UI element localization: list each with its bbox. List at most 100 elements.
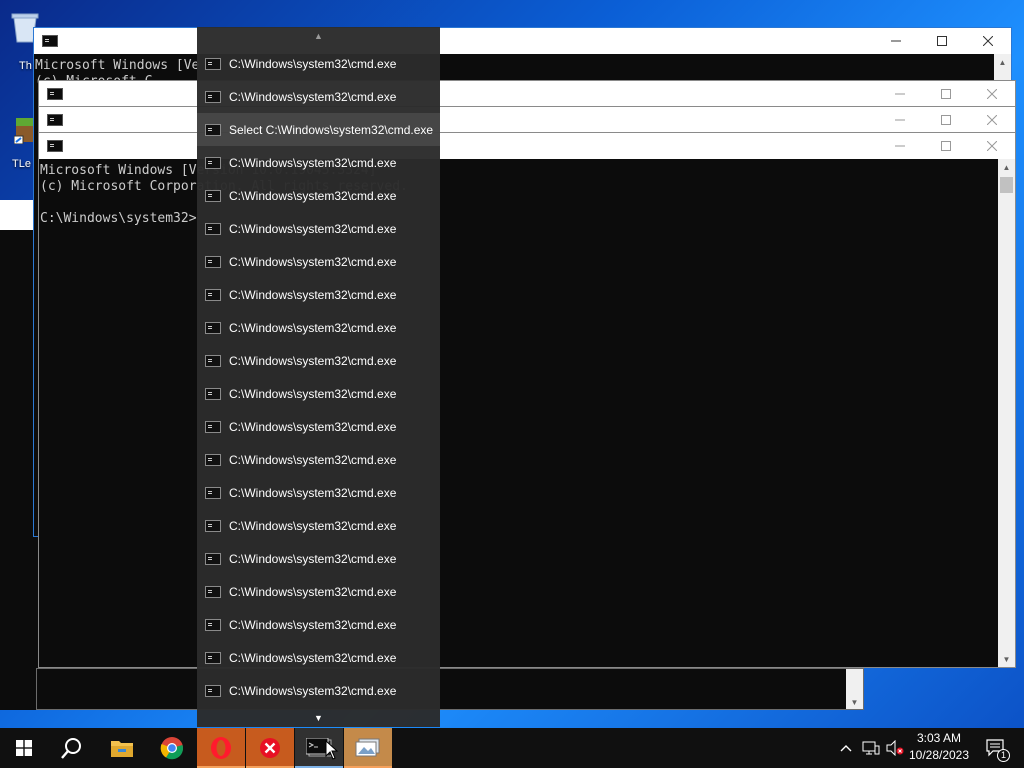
chrome-button[interactable] bbox=[148, 728, 196, 768]
window-list-item-label: C:\Windows\system32\cmd.exe bbox=[229, 452, 397, 467]
window-list-item[interactable]: C:\Windows\system32\cmd.exe bbox=[197, 410, 440, 443]
folder-icon bbox=[111, 741, 133, 757]
scroll-down-arrow-icon[interactable]: ▼ bbox=[998, 651, 1015, 667]
cmd-window-front-titlebar[interactable] bbox=[39, 133, 1015, 159]
taskbar-clock[interactable]: 3:03 AM 10/28/2023 bbox=[904, 730, 974, 764]
cmd-window-front[interactable]: Microsoft Windows [Version 10.0.19045.33… bbox=[38, 132, 1016, 668]
window-list-item[interactable]: C:\Windows\system32\cmd.exe bbox=[197, 245, 440, 278]
cmd-icon bbox=[205, 90, 221, 103]
window-list-item[interactable]: C:\Windows\system32\cmd.exe bbox=[197, 608, 440, 641]
chevron-up-icon bbox=[840, 745, 852, 752]
window-list-item[interactable]: C:\Windows\system32\cmd.exe bbox=[197, 377, 440, 410]
cmd-icon bbox=[205, 552, 221, 565]
cmd-icon bbox=[205, 585, 221, 598]
window-list-item[interactable]: C:\Windows\system32\cmd.exe bbox=[197, 278, 440, 311]
cmd-app-icon bbox=[42, 35, 58, 47]
vertical-scrollbar[interactable]: ▲ ▼ bbox=[998, 159, 1015, 667]
list-scroll-up-icon[interactable]: ▲ bbox=[197, 27, 440, 45]
cmd-icon bbox=[205, 684, 221, 697]
minimize-button[interactable] bbox=[877, 133, 923, 159]
minimize-icon bbox=[895, 93, 905, 95]
maximize-button[interactable] bbox=[923, 81, 969, 107]
minimize-button[interactable] bbox=[873, 28, 919, 54]
opera-button[interactable] bbox=[197, 728, 245, 768]
minimize-icon bbox=[891, 40, 901, 42]
window-list-item-label: C:\Windows\system32\cmd.exe bbox=[229, 584, 397, 599]
cmd-window-middle-1-titlebar[interactable] bbox=[39, 81, 1015, 107]
cmd-icon bbox=[205, 354, 221, 367]
image-app-button[interactable] bbox=[344, 728, 392, 768]
cmd-icon bbox=[205, 486, 221, 499]
close-button[interactable] bbox=[965, 28, 1011, 54]
window-list-item-label: C:\Windows\system32\cmd.exe bbox=[229, 221, 397, 236]
window-list-item[interactable]: C:\Windows\system32\cmd.exe bbox=[197, 443, 440, 476]
cmd-icon bbox=[205, 156, 221, 169]
window-list-item[interactable]: C:\Windows\system32\cmd.exe bbox=[197, 311, 440, 344]
start-button[interactable] bbox=[0, 728, 48, 768]
cmd-app-icon bbox=[47, 88, 63, 100]
minimize-icon bbox=[895, 119, 905, 121]
scroll-up-arrow-icon[interactable]: ▲ bbox=[998, 159, 1015, 175]
maximize-button[interactable] bbox=[919, 28, 965, 54]
mouse-cursor-icon bbox=[325, 740, 339, 760]
window-list-item-label: Select C:\Windows\system32\cmd.exe bbox=[229, 122, 434, 137]
cmd-icon bbox=[205, 123, 221, 136]
window-list-item[interactable]: C:\Windows\system32\cmd.exe bbox=[197, 476, 440, 509]
scroll-down-arrow-icon[interactable]: ▼ bbox=[846, 698, 863, 707]
volume-button[interactable] bbox=[884, 728, 906, 768]
clock-time: 3:03 AM bbox=[916, 731, 962, 745]
cmd-window-back-titlebar[interactable] bbox=[34, 28, 1011, 54]
windows-logo-icon bbox=[16, 740, 32, 756]
window-list-item[interactable]: C:\Windows\system32\cmd.exe bbox=[197, 344, 440, 377]
action-center-button[interactable]: 1 bbox=[978, 728, 1014, 768]
recycle-bin-label: Th bbox=[19, 60, 32, 72]
window-list-item[interactable]: C:\Windows\system32\cmd.exe bbox=[197, 47, 440, 80]
window-list-item-label: C:\Windows\system32\cmd.exe bbox=[229, 518, 397, 533]
window-list-item[interactable]: C:\Windows\system32\cmd.exe bbox=[197, 641, 440, 674]
maximize-button[interactable] bbox=[923, 107, 969, 133]
network-button[interactable] bbox=[860, 728, 882, 768]
chrome-icon bbox=[160, 737, 184, 760]
list-scroll-down-icon[interactable]: ▼ bbox=[197, 709, 440, 727]
taskbar: 3:03 AM 10/28/2023 1 bbox=[0, 728, 1024, 768]
cmd-app-icon bbox=[47, 140, 63, 152]
close-button[interactable] bbox=[969, 81, 1015, 107]
scrollbar-thumb[interactable] bbox=[1000, 177, 1013, 193]
cmd-window-bottom-edge: ▼ bbox=[36, 668, 864, 710]
taskbar-window-list[interactable]: ▲ C:\Windows\system32\cmd.exe C:\Windows\… bbox=[197, 27, 440, 727]
x-app-button[interactable] bbox=[246, 728, 294, 768]
file-explorer-button[interactable] bbox=[98, 728, 146, 768]
close-icon bbox=[987, 115, 997, 125]
window-list-item[interactable]: C:\Windows\system32\cmd.exe bbox=[197, 212, 440, 245]
minecraft-shortcut-label: TLe bbox=[12, 158, 31, 170]
window-list-item-label: C:\Windows\system32\cmd.exe bbox=[229, 683, 397, 698]
cmd-icon bbox=[205, 222, 221, 235]
opera-icon bbox=[211, 737, 231, 759]
cmd-icon bbox=[205, 387, 221, 400]
window-list-item[interactable]: C:\Windows\system32\cmd.exe bbox=[197, 674, 440, 707]
window-list-item-label: C:\Windows\system32\cmd.exe bbox=[229, 353, 397, 368]
volume-muted-icon bbox=[886, 740, 904, 756]
minimize-button[interactable] bbox=[877, 107, 923, 133]
minimize-button[interactable] bbox=[877, 81, 923, 107]
window-list-item[interactable]: C:\Windows\system32\cmd.exe bbox=[197, 179, 440, 212]
picture-icon bbox=[355, 738, 380, 757]
close-button[interactable] bbox=[969, 133, 1015, 159]
window-list-item[interactable]: C:\Windows\system32\cmd.exe bbox=[197, 542, 440, 575]
cmd-taskbar-button[interactable] bbox=[295, 728, 343, 768]
window-list-item[interactable]: C:\Windows\system32\cmd.exe bbox=[197, 509, 440, 542]
window-list-item[interactable]: C:\Windows\system32\cmd.exe bbox=[197, 80, 440, 113]
search-button[interactable] bbox=[48, 728, 96, 768]
maximize-button[interactable] bbox=[923, 133, 969, 159]
window-list-item-label: C:\Windows\system32\cmd.exe bbox=[229, 551, 397, 566]
scroll-up-arrow-icon[interactable]: ▲ bbox=[994, 54, 1011, 70]
window-list-item[interactable]: C:\Windows\system32\cmd.exe bbox=[197, 146, 440, 179]
window-list-item-label: C:\Windows\system32\cmd.exe bbox=[229, 56, 397, 71]
close-button[interactable] bbox=[969, 107, 1015, 133]
cmd-window-middle-2-titlebar[interactable] bbox=[39, 107, 1015, 133]
console-output[interactable]: Microsoft Windows [Version 10.0.19045.33… bbox=[39, 159, 998, 667]
window-list-item-label: C:\Windows\system32\cmd.exe bbox=[229, 155, 397, 170]
window-list-item[interactable]: Select C:\Windows\system32\cmd.exe bbox=[197, 113, 440, 146]
window-list-item[interactable]: C:\Windows\system32\cmd.exe bbox=[197, 575, 440, 608]
show-hidden-icons-button[interactable] bbox=[836, 728, 856, 768]
